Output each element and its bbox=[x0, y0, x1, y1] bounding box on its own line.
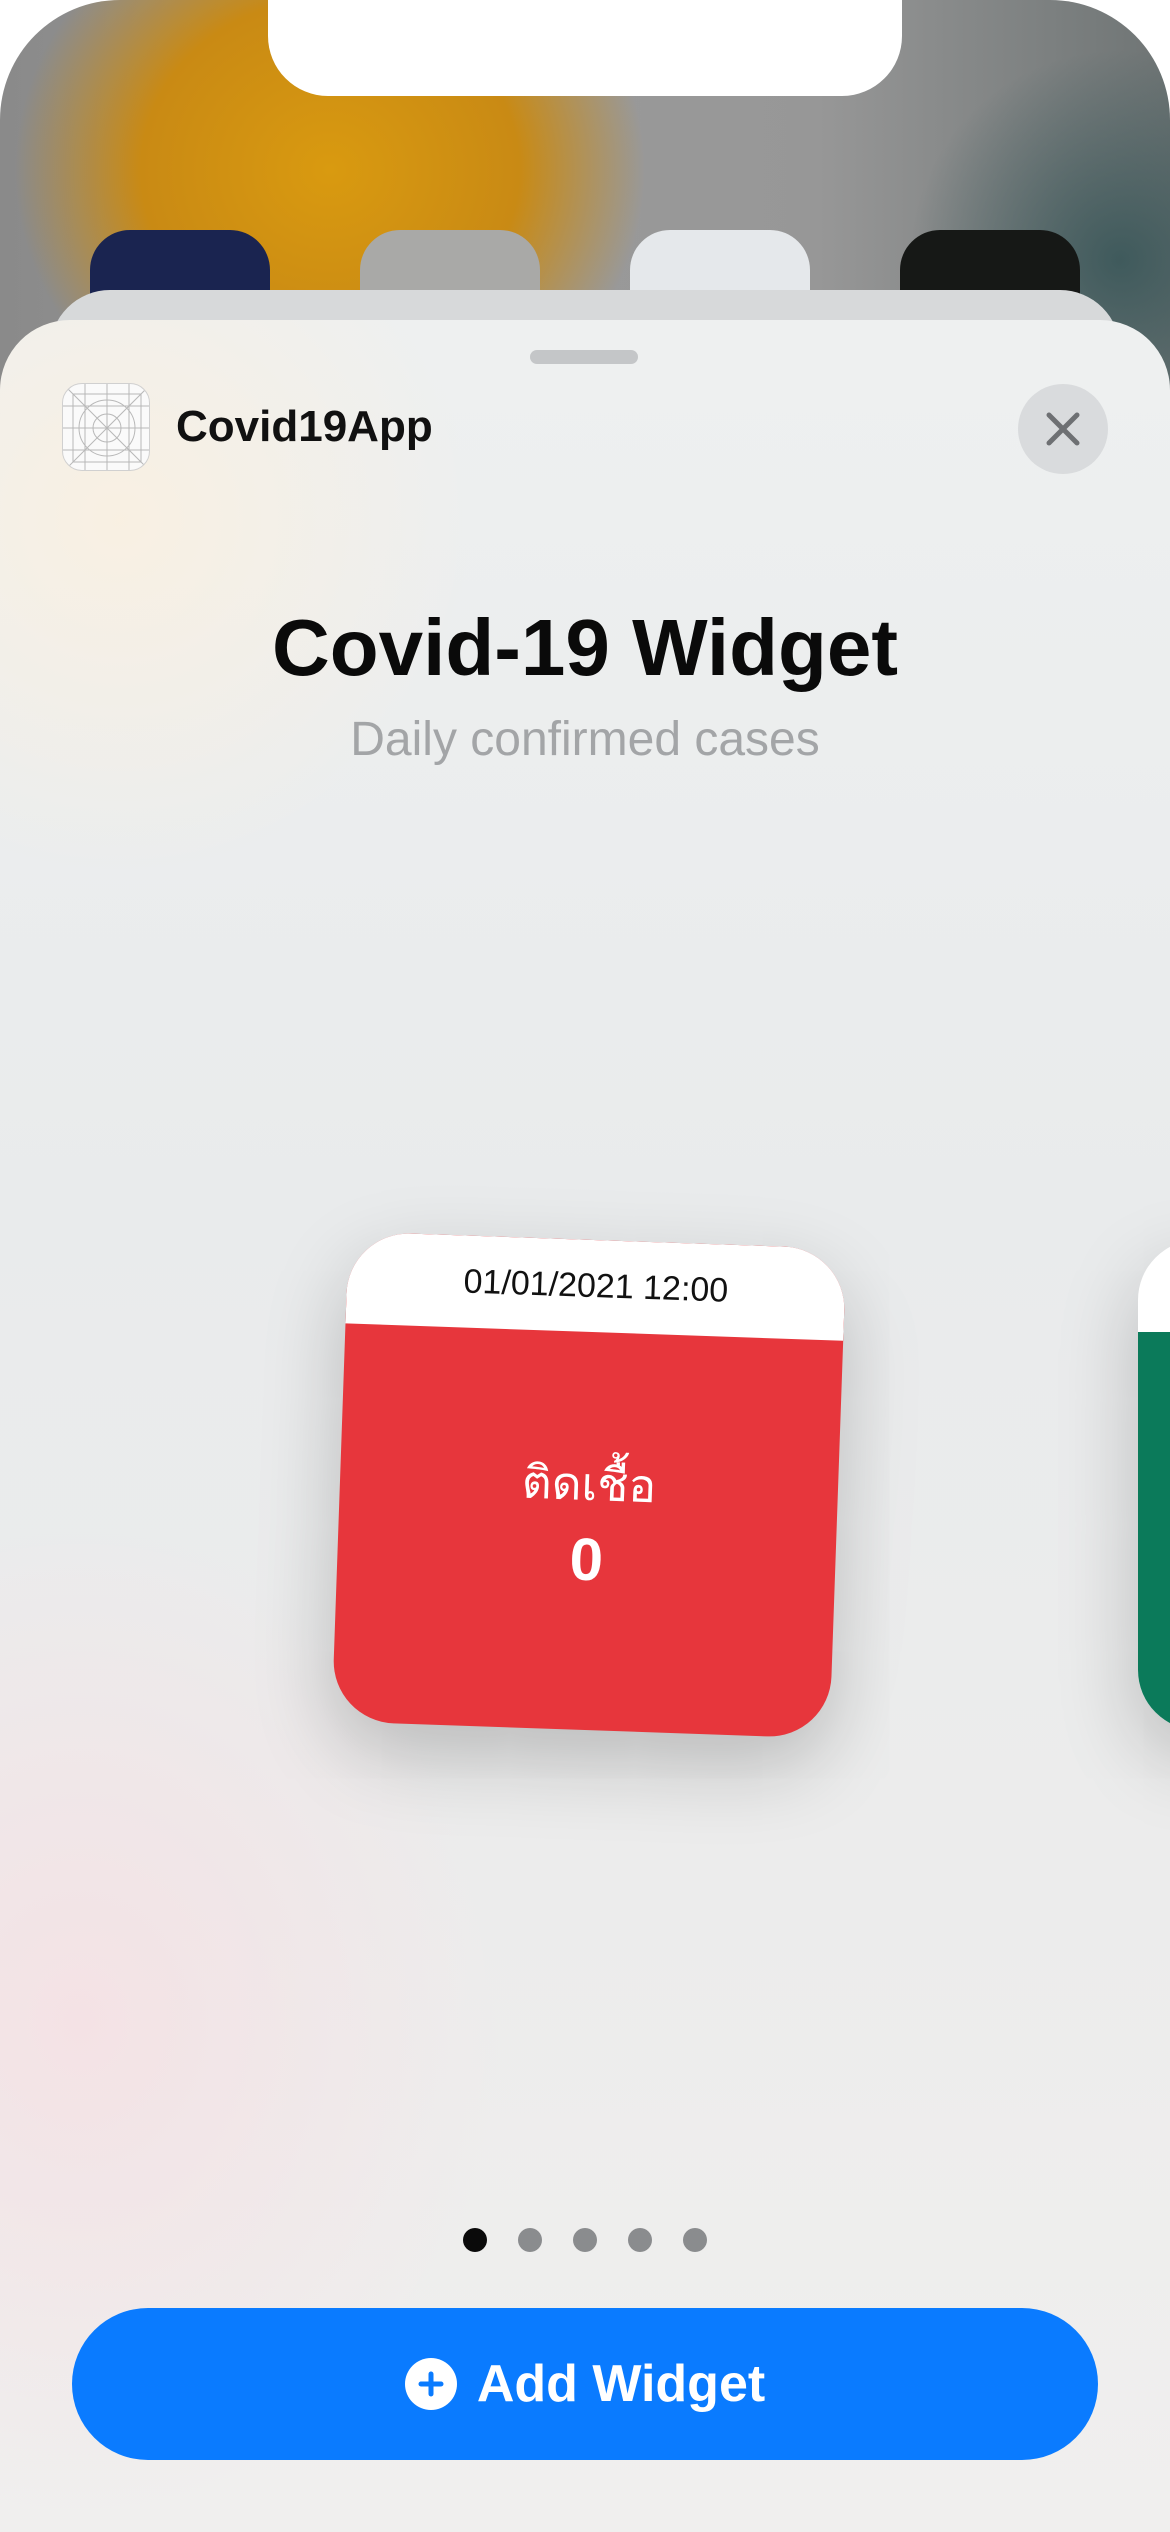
next-widget-preview[interactable] bbox=[1138, 1240, 1170, 1730]
app-header: Covid19App bbox=[62, 382, 433, 472]
add-widget-label: Add Widget bbox=[476, 2355, 766, 2413]
page-dot[interactable] bbox=[518, 2228, 542, 2252]
close-button[interactable] bbox=[1018, 384, 1108, 474]
widget-label: ติดเชื้อ bbox=[520, 1454, 658, 1514]
sheet-grabber[interactable] bbox=[530, 350, 638, 364]
page-dot[interactable] bbox=[628, 2228, 652, 2252]
page-dot[interactable] bbox=[463, 2228, 487, 2252]
device-notch bbox=[268, 0, 902, 96]
plus-circle-icon bbox=[404, 2358, 457, 2410]
add-widget-button[interactable]: Add Widget bbox=[72, 2308, 1098, 2460]
app-placeholder-icon bbox=[62, 383, 150, 471]
app-name: Covid19App bbox=[176, 402, 433, 451]
widget-value: 0 bbox=[568, 1525, 605, 1594]
widget-timestamp: 01/01/2021 12:00 bbox=[345, 1231, 847, 1341]
page-indicator[interactable] bbox=[0, 2228, 1170, 2252]
widget-sheet: Covid19App Covid-19 Widget Daily confirm… bbox=[0, 320, 1170, 2532]
widget-body: ติดเชื้อ 0 bbox=[332, 1323, 844, 1738]
close-icon bbox=[1046, 412, 1080, 446]
widget-subtitle: Daily confirmed cases bbox=[350, 713, 820, 766]
page-dot[interactable] bbox=[683, 2228, 707, 2252]
widget-title: Covid-19 Widget bbox=[272, 603, 898, 692]
next-widget-body bbox=[1138, 1332, 1170, 1730]
widget-preview[interactable]: 01/01/2021 12:00 ติดเชื้อ 0 bbox=[331, 1231, 847, 1739]
page-dot[interactable] bbox=[573, 2228, 597, 2252]
widget-gallery-screen: Covid19App Covid-19 Widget Daily confirm… bbox=[0, 0, 1170, 2532]
covid-widget: 01/01/2021 12:00 ติดเชื้อ 0 bbox=[331, 1231, 847, 1739]
